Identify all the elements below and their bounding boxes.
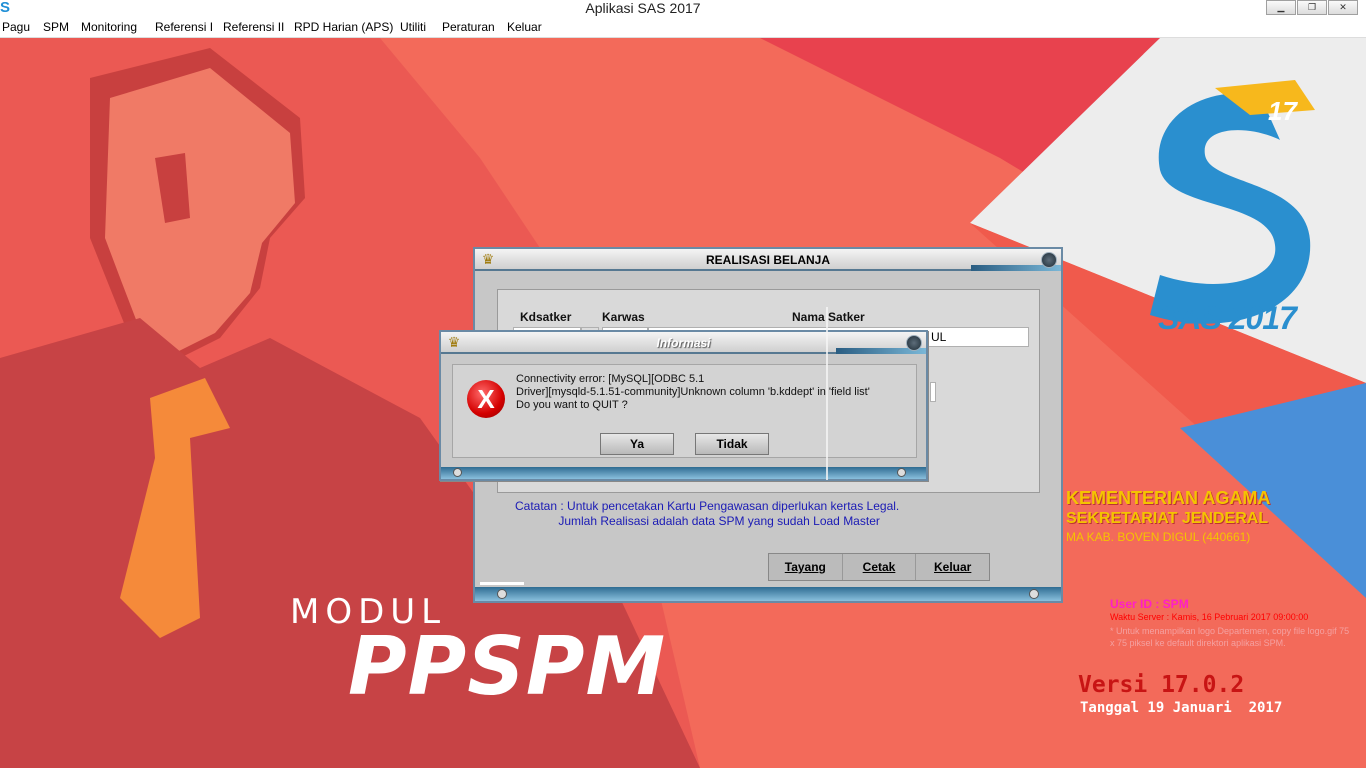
release-date: Tanggal 19 Januari 2017 (1080, 700, 1283, 716)
progress-line (480, 582, 524, 585)
menu-referensi-1[interactable]: Referensi I (155, 20, 213, 34)
window-title: Aplikasi SAS 2017 (585, 0, 701, 16)
server-time: Waktu Server : Kamis, 16 Pebruari 2017 0… (1110, 612, 1309, 622)
sekretariat-label: SEKRETARIAT JENDERAL (1066, 510, 1269, 527)
logo-text: SAS 2017 (1158, 300, 1297, 336)
title-bar: S Aplikasi SAS 2017 ▁ ❐ ✕ (0, 0, 1366, 18)
ppspm-label: PPSPM (348, 620, 667, 713)
menu-pagu[interactable]: Pagu (2, 20, 30, 34)
menu-utiliti[interactable]: Utiliti (400, 20, 426, 34)
error-line-1: Connectivity error: [MySQL][ODBC 5.1 (516, 373, 705, 385)
version-label: Versi 17.0.2 (1078, 672, 1245, 698)
catatan-line-2: Jumlah Realisasi adalah data SPM yang su… (515, 514, 880, 528)
realisasi-title-bar: ♛ REALISASI BELANJA (475, 249, 1061, 271)
logo-badge: 17 (1268, 96, 1297, 126)
menu-peraturan[interactable]: Peraturan (442, 20, 495, 34)
menu-monitoring[interactable]: Monitoring (81, 20, 137, 34)
menu-referensi-2[interactable]: Referensi II (223, 20, 284, 34)
menu-rpd-harian[interactable]: RPD Harian (APS) (294, 20, 393, 34)
menu-keluar[interactable]: Keluar (507, 20, 542, 34)
strip-knob-left-icon (497, 589, 507, 599)
close-button[interactable]: ✕ (1328, 0, 1358, 15)
secondary-field[interactable] (930, 382, 936, 402)
error-line-2: Driver][mysqld-5.1.51-community]Unknown … (516, 386, 870, 398)
cetak-button[interactable]: Cetak (843, 554, 917, 580)
error-message: Connectivity error: [MySQL][ODBC 5.1 Dri… (516, 373, 906, 412)
tidak-button[interactable]: Tidak (695, 433, 769, 455)
render-artifact-line (826, 307, 828, 480)
catatan-line-1: Catatan : Untuk pencetakan Kartu Pengawa… (515, 499, 900, 513)
dialog-status-strip (441, 467, 926, 479)
realisasi-status-strip (475, 587, 1061, 601)
dialog-knob-right-icon (897, 468, 906, 477)
tayang-button[interactable]: Tayang (769, 554, 843, 580)
menu-spm[interactable]: SPM (43, 20, 69, 34)
error-icon: X (467, 380, 505, 418)
logo-note: * Untuk menampilkan logo Departemen, cop… (1110, 626, 1350, 648)
karwas-header: Karwas (602, 310, 645, 324)
dialog-close-circle-icon[interactable] (906, 335, 922, 351)
strip-knob-right-icon (1029, 589, 1039, 599)
nama-satker-header: Nama Satker (792, 310, 865, 324)
informasi-dialog: ♛ Informasi X Connectivity error: [MySQL… (439, 330, 928, 481)
keluar-button[interactable]: Keluar (916, 554, 989, 580)
satker-label: MA KAB. BOVEN DIGUL (440661) (1066, 530, 1251, 544)
menu-bar: Pagu SPM Monitoring Referensi I Referens… (0, 18, 1366, 38)
nama-satker-value: UL (931, 330, 947, 344)
kdsatker-header: Kdsatker (520, 310, 572, 324)
ya-button[interactable]: Ya (600, 433, 674, 455)
dialog-title-bar: ♛ Informasi (441, 332, 926, 354)
minimize-button[interactable]: ▁ (1266, 0, 1296, 15)
error-line-3: Do you want to QUIT ? (516, 399, 628, 411)
restore-button[interactable]: ❐ (1297, 0, 1327, 15)
dialog-knob-left-icon (453, 468, 462, 477)
window-controls: ▁ ❐ ✕ (1265, 0, 1358, 15)
realisasi-button-bar: Tayang Cetak Keluar (768, 553, 990, 581)
kementerian-label: KEMENTERIAN AGAMA (1066, 488, 1271, 508)
catatan-note: Catatan : Untuk pencetakan Kartu Pengawa… (515, 499, 899, 529)
user-id: User ID : SPM (1110, 597, 1189, 611)
dialog-body: X Connectivity error: [MySQL][ODBC 5.1 D… (452, 364, 917, 458)
window-close-circle-icon[interactable] (1041, 252, 1057, 268)
